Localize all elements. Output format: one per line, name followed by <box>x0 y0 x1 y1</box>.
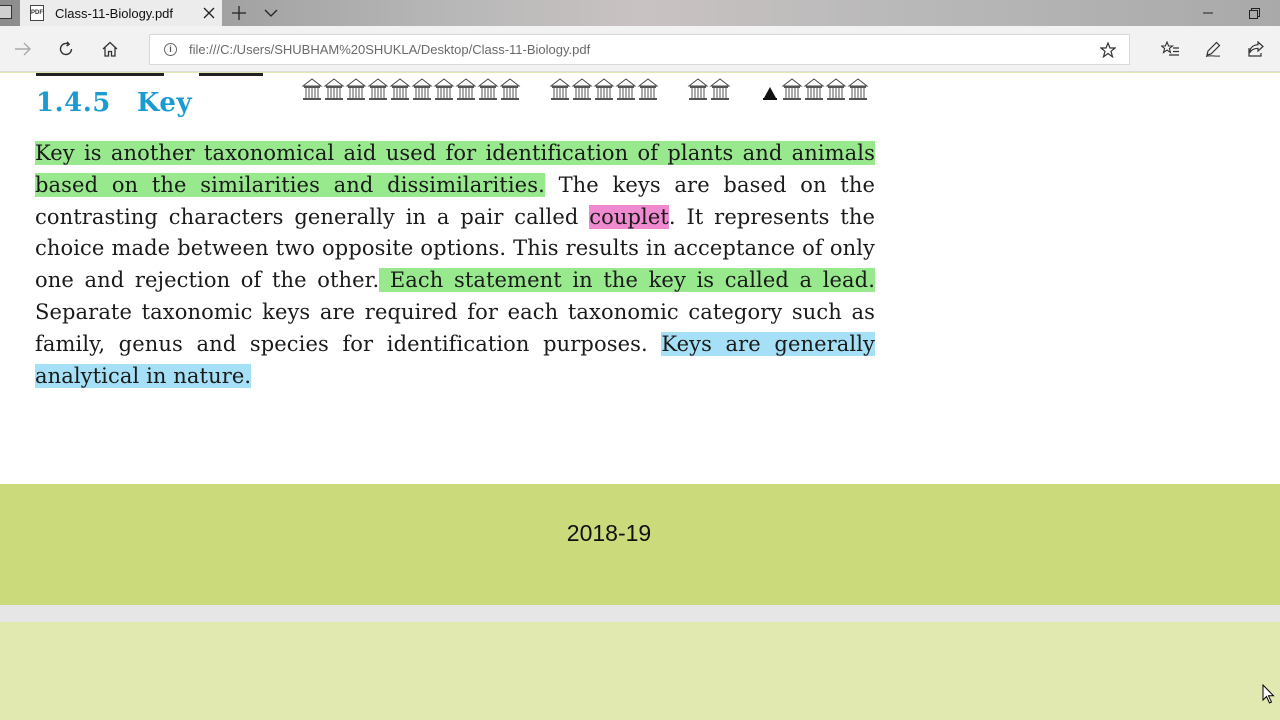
section-number: 1.4.5 <box>36 88 111 118</box>
minimize-button[interactable] <box>1185 0 1231 26</box>
arrow-right-icon <box>15 42 31 56</box>
clipped-header-text <box>36 73 164 76</box>
url-text[interactable]: file:///C:/Users/SHUBHAM%20SHUKLA/Deskto… <box>189 42 1093 57</box>
add-favorite-button[interactable] <box>1093 35 1123 65</box>
page-footer: 2018-19 <box>0 484 1280 605</box>
home-button[interactable] <box>92 32 128 66</box>
pen-icon <box>1205 41 1221 57</box>
tab-actions-icon[interactable] <box>0 5 12 19</box>
refresh-button[interactable] <box>48 32 84 66</box>
tab-title: Class-11-Biology.pdf <box>55 5 174 21</box>
favorites-button[interactable] <box>1150 32 1190 66</box>
forward-button[interactable] <box>5 32 41 66</box>
tab-close-button[interactable] <box>196 0 222 26</box>
plus-icon <box>232 6 246 20</box>
address-bar[interactable]: i file:///C:/Users/SHUBHAM%20SHUKLA/Desk… <box>149 34 1130 65</box>
pdf-page[interactable]: 1.4.5 Key Key is another taxonomical aid … <box>0 73 1280 484</box>
section-heading: 1.4.5 Key <box>36 88 192 118</box>
new-tab-button[interactable] <box>223 0 255 26</box>
pdf-icon: PDF <box>30 5 44 21</box>
chevron-down-icon <box>264 9 278 17</box>
clipped-header-text <box>199 73 263 76</box>
highlighted-term-couplet: couplet <box>589 204 669 229</box>
minimize-icon <box>1203 12 1213 14</box>
info-icon[interactable]: i <box>164 43 177 56</box>
page-separator <box>0 605 1280 622</box>
restore-icon <box>1248 7 1260 19</box>
title-bar: PDF Class-11-Biology.pdf <box>0 0 1280 26</box>
share-button[interactable] <box>1236 32 1276 66</box>
footer-year: 2018-19 <box>566 520 652 546</box>
tab-class-11-biology[interactable]: PDF Class-11-Biology.pdf <box>20 0 222 26</box>
close-icon <box>203 7 215 19</box>
web-notes-button[interactable] <box>1193 32 1233 66</box>
browser-toolbar: i file:///C:/Users/SHUBHAM%20SHUKLA/Desk… <box>0 26 1280 72</box>
tab-list-button[interactable] <box>255 0 287 26</box>
mouse-cursor-icon <box>1262 684 1275 704</box>
favorites-list-icon <box>1161 41 1179 56</box>
share-icon <box>1248 41 1264 57</box>
star-icon <box>1100 41 1116 58</box>
next-pdf-page[interactable] <box>0 622 1280 720</box>
home-icon <box>102 41 118 57</box>
decorative-ornament-row <box>302 78 868 101</box>
section-title: Key <box>136 88 193 118</box>
restore-button[interactable] <box>1231 0 1277 26</box>
refresh-icon <box>59 41 73 56</box>
key-paragraph: Key is another taxonomical aid used for … <box>35 138 875 392</box>
highlighted-sentence-lead: Each statement in the key is called a le… <box>379 268 875 293</box>
